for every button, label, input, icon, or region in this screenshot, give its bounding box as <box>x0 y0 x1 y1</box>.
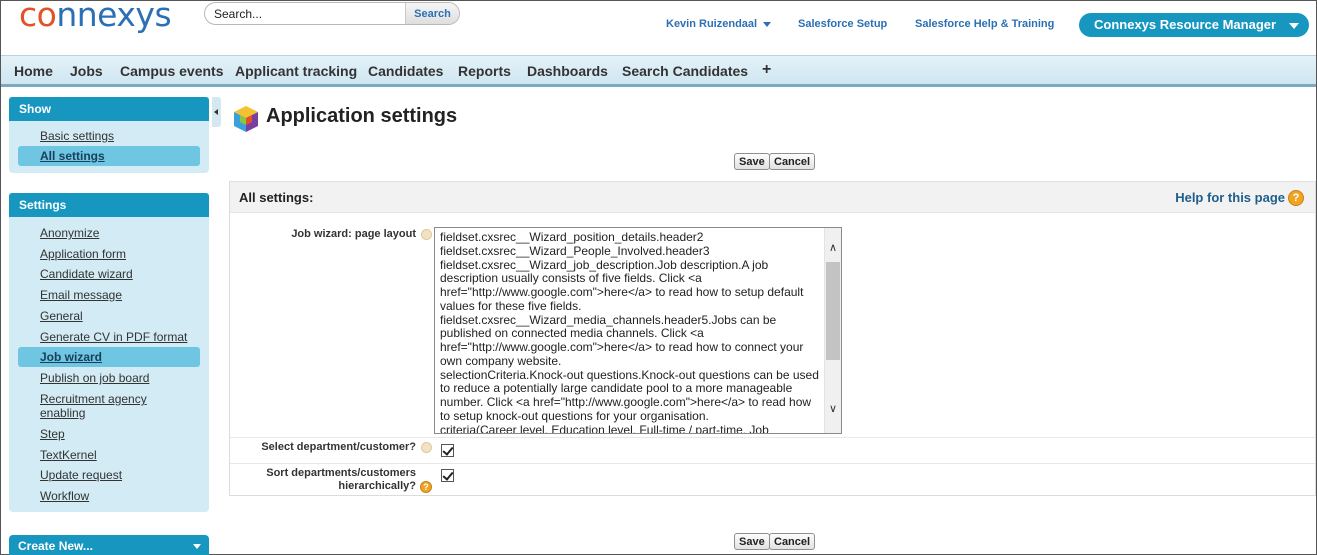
tab-candidates[interactable]: Candidates <box>368 63 443 79</box>
scrollbar-thumb[interactable] <box>826 262 840 360</box>
save-button-top[interactable]: Save <box>734 153 770 170</box>
sidebar-item-basic-settings[interactable]: Basic settings <box>40 129 114 143</box>
sidebar-item-workflow[interactable]: Workflow <box>40 489 89 503</box>
question-icon[interactable]: ? <box>1288 190 1304 206</box>
save-button-bottom[interactable]: Save <box>734 533 770 550</box>
tab-dashboards[interactable]: Dashboards <box>527 63 608 79</box>
job-wizard-label: Job wizard: page layout <box>291 228 416 240</box>
row-divider <box>230 463 1315 464</box>
tab-bar: Home Jobs Campus events Applicant tracki… <box>1 55 1316 87</box>
sidebar-item-email-message[interactable]: Email message <box>40 288 122 302</box>
app-menu-button[interactable]: Connexys Resource Manager <box>1079 13 1309 37</box>
select-department-label: Select department/customer? <box>261 441 416 453</box>
sidebar-item-anonymize[interactable]: Anonymize <box>40 226 99 240</box>
select-department-checkbox[interactable] <box>441 444 454 457</box>
app-menu-label: Connexys Resource Manager <box>1094 17 1277 32</box>
create-new-button[interactable]: Create New... <box>9 535 209 555</box>
sort-departments-label: Sort departments/customers hierarchicall… <box>266 467 416 492</box>
show-panel-title: Show <box>9 97 209 121</box>
chevron-down-icon <box>193 544 201 549</box>
sidebar-item-general[interactable]: General <box>40 309 83 323</box>
job-wizard-textarea-text: fieldset.cxsrec__Wizard_position_details… <box>440 230 819 434</box>
sidebar-item-generate-cv[interactable]: Generate CV in PDF format <box>40 330 187 344</box>
user-menu-label: Kevin Ruizendaal <box>666 18 758 30</box>
settings-panel-title: Settings <box>9 193 209 217</box>
info-icon[interactable] <box>421 442 432 453</box>
search-input[interactable] <box>205 3 405 24</box>
chevron-up-icon[interactable]: ∧ <box>825 240 841 257</box>
salesforce-help-link[interactable]: Salesforce Help & Training <box>915 18 1054 30</box>
chevron-down-icon <box>763 21 772 27</box>
sidebar-item-publish-job-board[interactable]: Publish on job board <box>40 371 149 385</box>
tab-campus-events[interactable]: Campus events <box>120 63 223 79</box>
tab-reports[interactable]: Reports <box>458 63 511 79</box>
user-menu[interactable]: Kevin Ruizendaal <box>666 18 772 30</box>
sidebar-item-candidate-wizard[interactable]: Candidate wizard <box>40 267 133 281</box>
connexys-logo[interactable]: connexys <box>19 0 172 34</box>
search-button[interactable]: Search <box>405 3 459 24</box>
sidebar-item-textkernel[interactable]: TextKernel <box>40 448 97 462</box>
logo-part2: nnexys <box>56 0 172 34</box>
settings-section: All settings: Help for this page ? Job w… <box>229 181 1316 496</box>
chevron-down-icon <box>1289 23 1299 29</box>
tab-applicant-tracking[interactable]: Applicant tracking <box>235 63 357 79</box>
job-wizard-textarea[interactable]: fieldset.cxsrec__Wizard_position_details… <box>434 227 842 434</box>
chevron-down-icon[interactable]: ∨ <box>825 401 841 418</box>
sidebar-item-update-request[interactable]: Update request <box>40 468 122 482</box>
sidebar-item-recruitment-agency[interactable]: Recruitment agency enabling <box>40 392 180 420</box>
tab-search-candidates[interactable]: Search Candidates <box>622 63 748 79</box>
sort-departments-checkbox[interactable] <box>441 469 454 482</box>
cancel-button-top[interactable]: Cancel <box>769 153 816 170</box>
tab-jobs[interactable]: Jobs <box>70 63 103 79</box>
row-divider <box>230 437 1315 438</box>
sidebar-item-application-form[interactable]: Application form <box>40 247 126 261</box>
header: connexys Search Kevin Ruizendaal Salesfo… <box>1 0 1316 53</box>
help-for-page-link[interactable]: Help for this page <box>1175 190 1285 205</box>
section-title: All settings: <box>239 190 314 205</box>
salesforce-setup-link[interactable]: Salesforce Setup <box>798 18 887 30</box>
info-icon[interactable] <box>421 229 432 240</box>
section-header: All settings: Help for this page ? <box>230 182 1315 213</box>
cancel-button-bottom[interactable]: Cancel <box>769 533 816 550</box>
page-title: Application settings <box>266 105 458 127</box>
collapse-sidebar-handle[interactable] <box>212 97 221 127</box>
logo-part1: co <box>19 0 57 34</box>
add-tab-icon[interactable]: + <box>762 61 771 79</box>
question-icon[interactable]: ? <box>420 481 432 493</box>
sidebar-item-step[interactable]: Step <box>40 427 65 441</box>
textarea-scrollbar[interactable]: ∧ ∨ <box>824 228 841 433</box>
sidebar-item-all-settings[interactable]: All settings <box>40 149 105 163</box>
create-new-label: Create New... <box>18 539 93 553</box>
sidebar-item-job-wizard[interactable]: Job wizard <box>40 350 102 364</box>
tab-home[interactable]: Home <box>14 63 53 79</box>
cube-icon <box>234 106 258 132</box>
search-box: Search <box>204 2 460 25</box>
